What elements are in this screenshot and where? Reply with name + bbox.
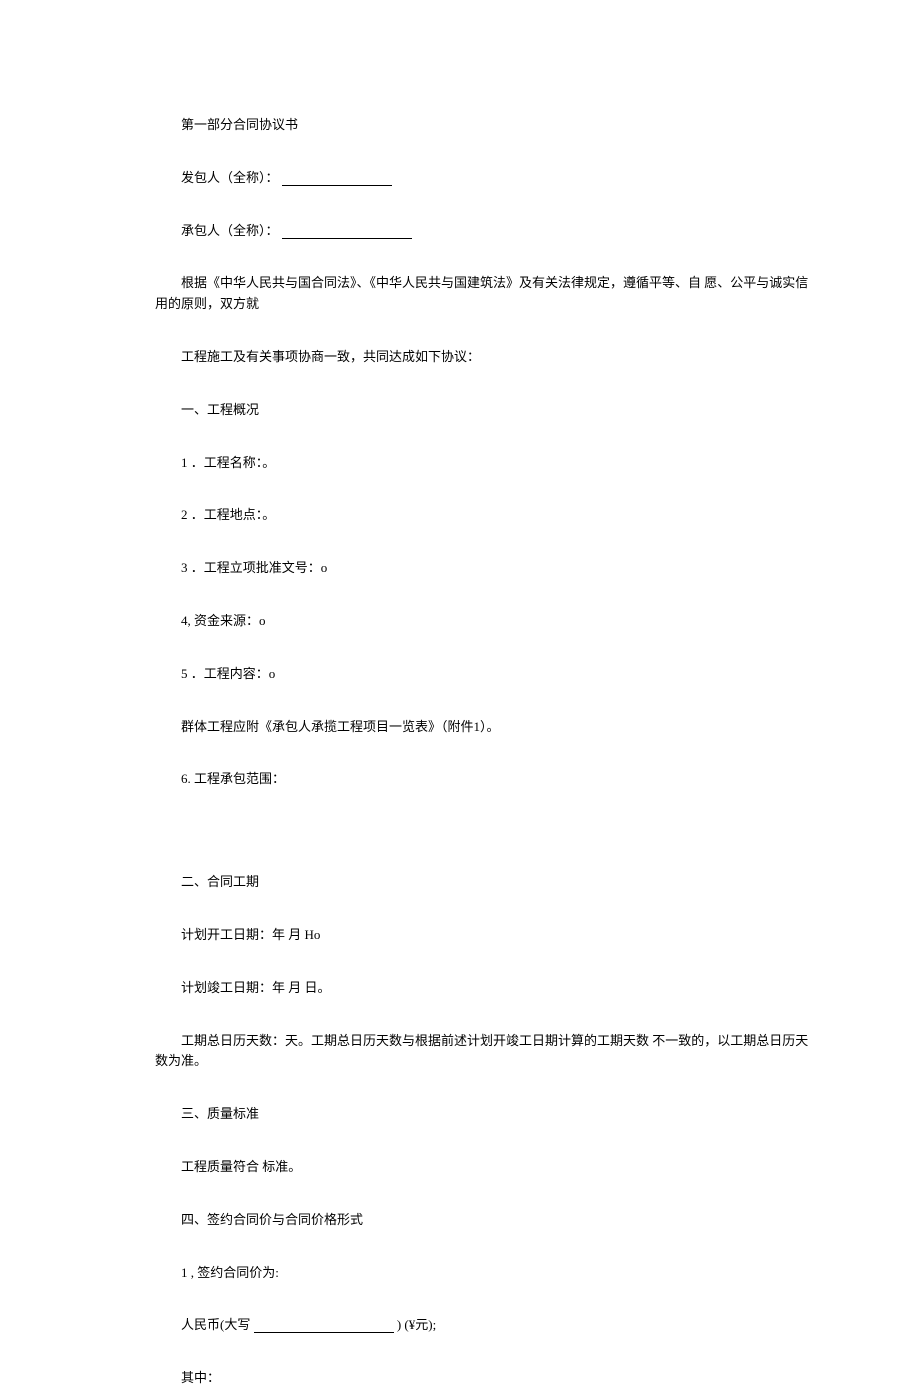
section1-item4: 4, 资金来源：o xyxy=(155,611,810,632)
section3-content: 工程质量符合 标准。 xyxy=(155,1157,810,1178)
section2-duration: 工期总日历天数：天。工期总日历天数与根据前述计划开竣工日期计算的工期天数 不一致… xyxy=(155,1031,810,1073)
rmb-blank xyxy=(254,1319,394,1333)
spacer xyxy=(155,822,810,872)
party-b-line: 承包人（全称）： xyxy=(155,221,810,242)
section2-end: 计划竣工日期：年 月 日。 xyxy=(155,978,810,999)
party-b-label: 承包人（全称）： xyxy=(181,223,279,238)
section4-heading: 四、签约合同价与合同价格形式 xyxy=(155,1210,810,1231)
preamble-1: 根据《中华人民共与国合同法》、《中华人民共与国建筑法》及有关法律规定，遵循平等、… xyxy=(155,273,810,315)
section1-note: 群体工程应附《承包人承揽工程项目一览表》（附件1）。 xyxy=(155,717,810,738)
section2-start: 计划开工日期：年 月 Ho xyxy=(155,925,810,946)
party-a-label: 发包人（全称）： xyxy=(181,170,279,185)
party-a-blank xyxy=(282,172,392,186)
party-b-blank xyxy=(282,225,412,239)
section4-item1: 1 , 签约合同价为: xyxy=(155,1263,810,1284)
section1-item3: 3 ．工程立项批准文号：o xyxy=(155,558,810,579)
section4-sub: 其中： xyxy=(155,1368,810,1389)
section2-heading: 二、合同工期 xyxy=(155,872,810,893)
section4-rmb-line: 人民币(大写 ) (¥元); xyxy=(155,1315,810,1336)
document-title: 第一部分合同协议书 xyxy=(155,115,810,136)
rmb-prefix: 人民币(大写 xyxy=(181,1317,250,1332)
section3-heading: 三、质量标准 xyxy=(155,1104,810,1125)
section1-heading: 一、工程概况 xyxy=(155,400,810,421)
section1-item2: 2 ．工程地点：。 xyxy=(155,505,810,526)
rmb-suffix: ) (¥元); xyxy=(397,1317,436,1332)
section1-item5: 5 ．工程内容：o xyxy=(155,664,810,685)
party-a-line: 发包人（全称）： xyxy=(155,168,810,189)
section1-item1: 1 ．工程名称：。 xyxy=(155,453,810,474)
section1-item6: 6. 工程承包范围： xyxy=(155,769,810,790)
preamble-2: 工程施工及有关事项协商一致，共同达成如下协议： xyxy=(155,347,810,368)
